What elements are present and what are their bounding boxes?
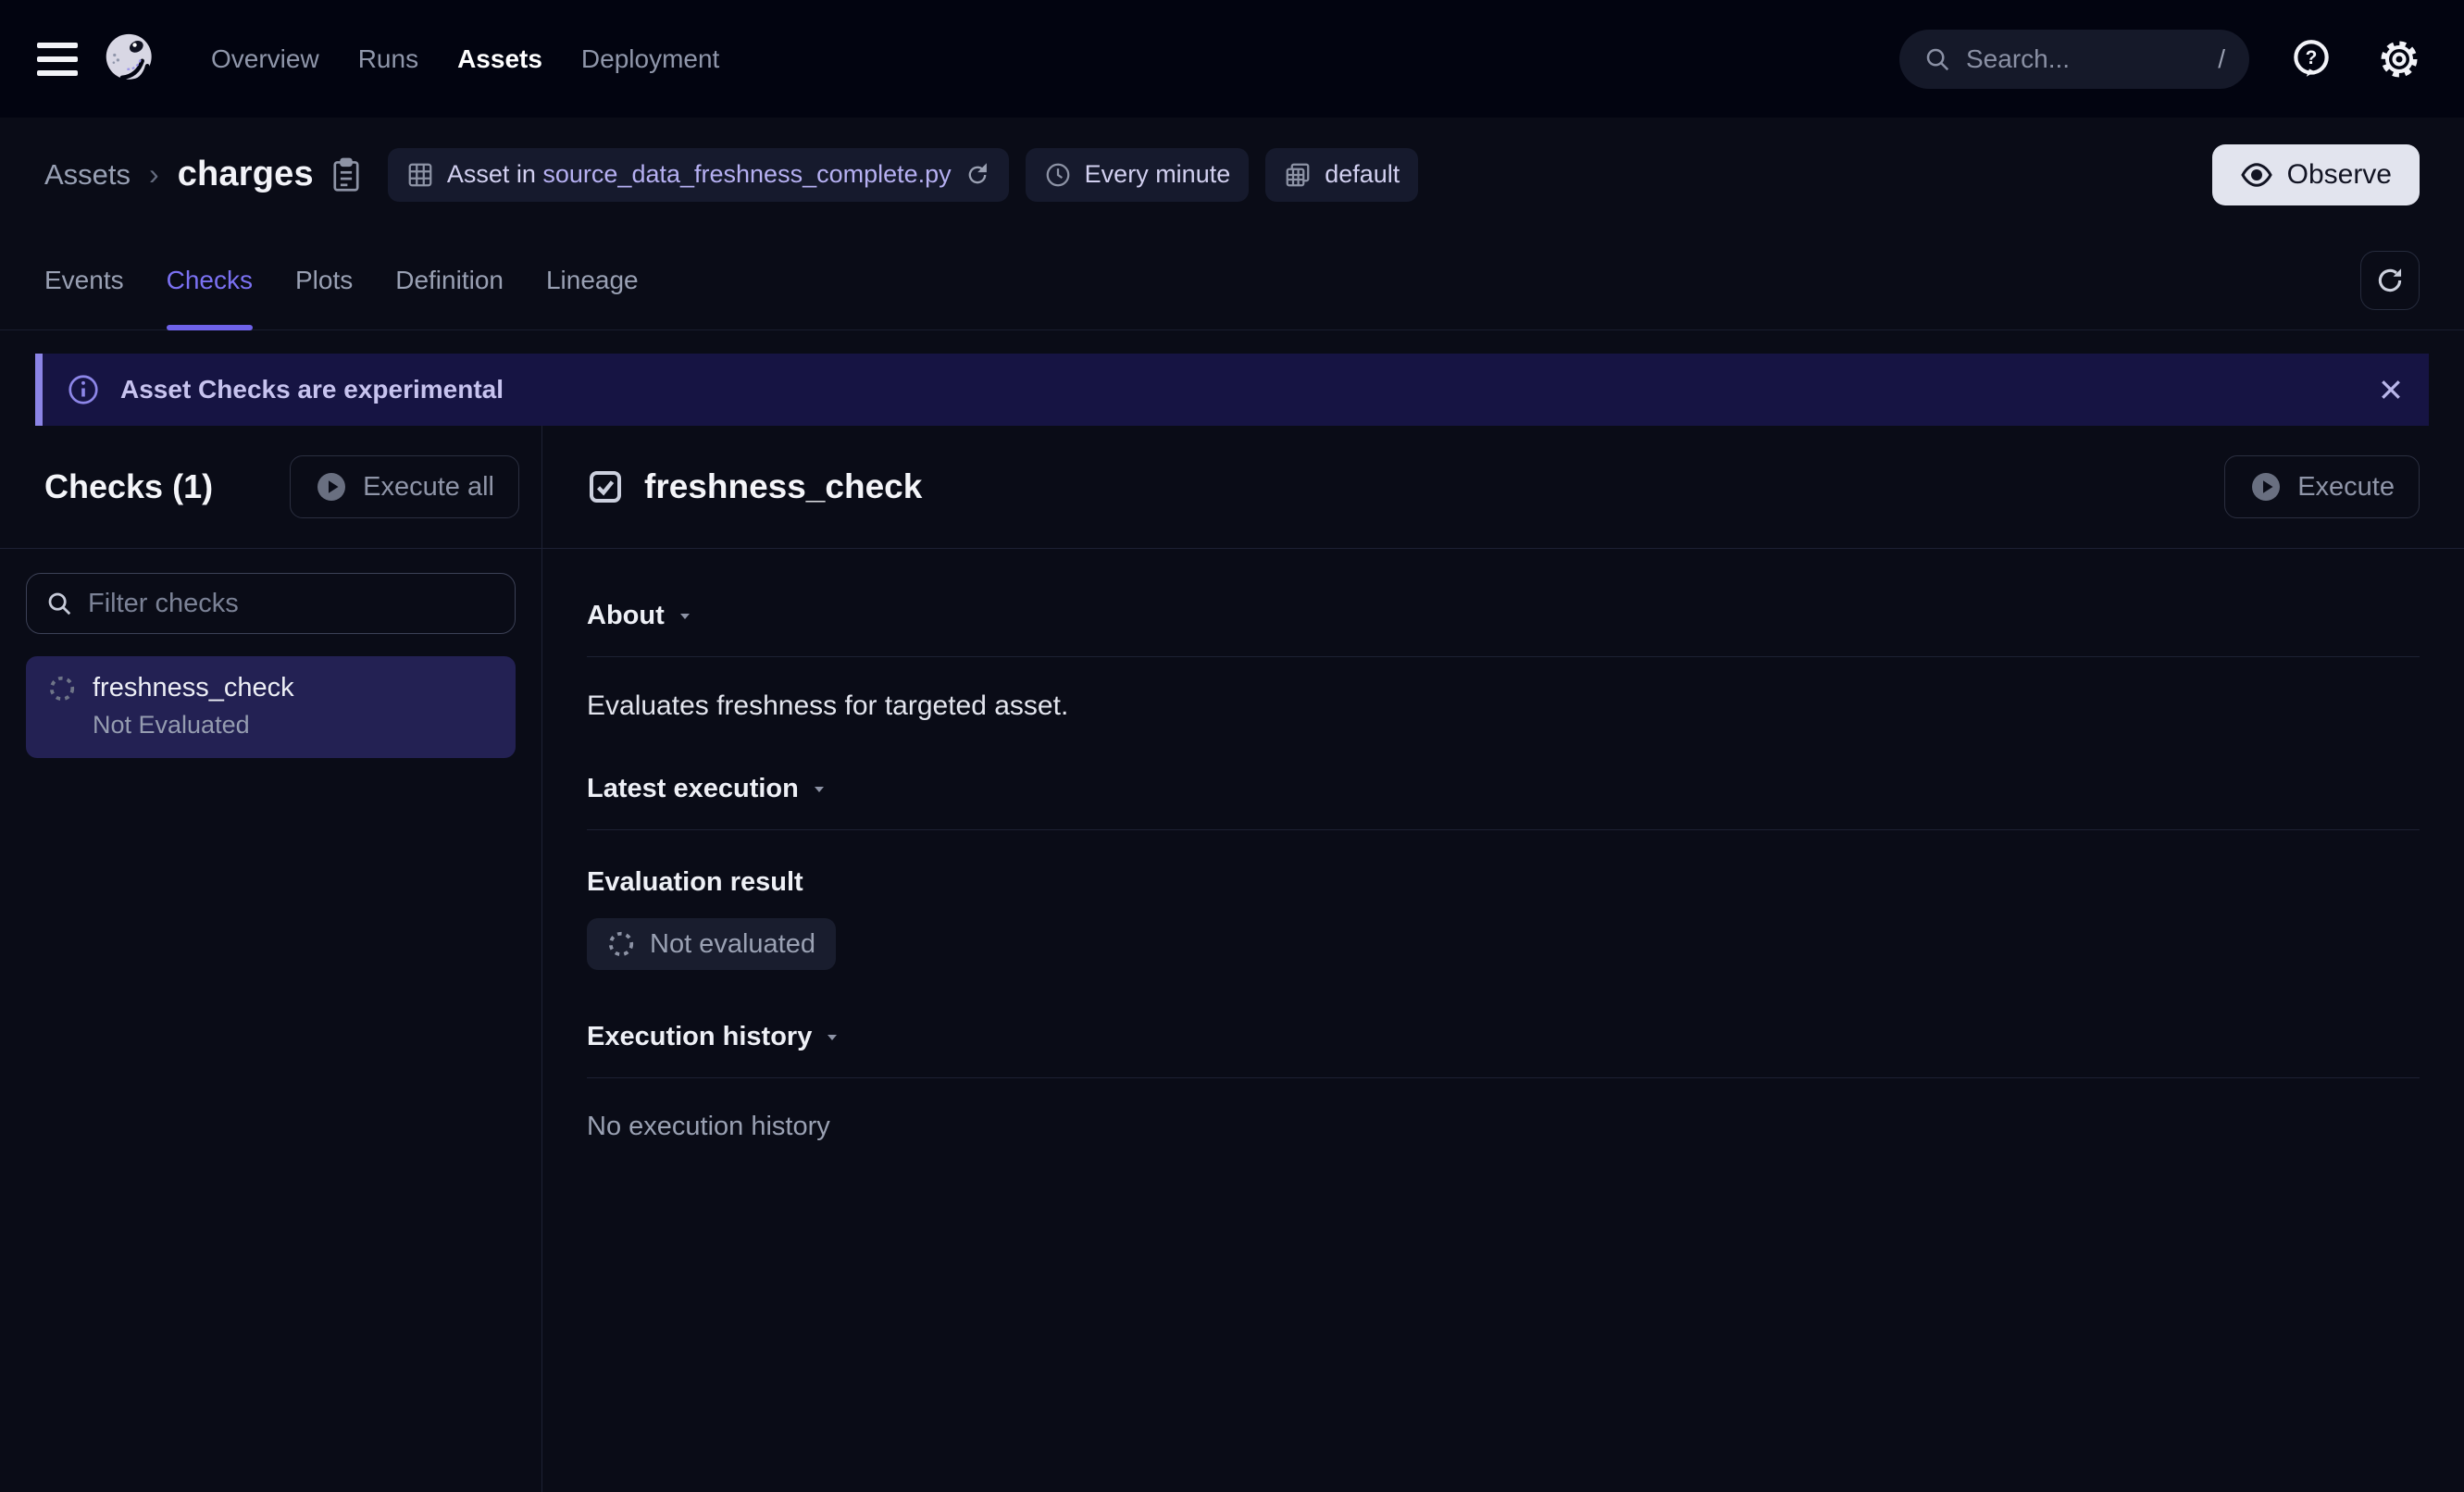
close-icon (2377, 376, 2405, 404)
caret-down-icon (823, 1028, 841, 1047)
filter-placeholder: Filter checks (88, 589, 239, 619)
table-icon (406, 161, 434, 189)
checks-count-heading: Checks (1) (44, 467, 213, 506)
refresh-icon (2374, 265, 2406, 296)
check-detail-body: About Evaluates freshness for targeted a… (542, 549, 2464, 1142)
tab-plots[interactable]: Plots (295, 231, 353, 329)
caret-down-icon (810, 780, 828, 799)
search-icon (1923, 45, 1951, 73)
about-body: Evaluates freshness for targeted asset. (587, 690, 2420, 722)
tab-definition[interactable]: Definition (395, 231, 504, 329)
nav-overview[interactable]: Overview (211, 44, 319, 74)
check-detail-header: freshness_check Execute (542, 426, 2464, 549)
latest-execution-heading: Latest execution (587, 774, 799, 804)
play-circle-icon (2249, 470, 2283, 504)
search-input[interactable]: Search... / (1899, 30, 2249, 89)
primary-nav: Overview Runs Assets Deployment (211, 44, 719, 74)
not-evaluated-icon (607, 930, 635, 958)
breadcrumb-separator: › (149, 157, 159, 192)
tab-lineage[interactable]: Lineage (546, 231, 639, 329)
check-icon (587, 468, 624, 505)
execution-history-heading: Execution history (587, 1022, 812, 1052)
hamburger-menu-button[interactable] (37, 43, 78, 76)
nav-assets[interactable]: Assets (457, 44, 542, 74)
checks-sidebar-header: Checks (1) Execute all (0, 426, 541, 549)
gear-icon (2377, 37, 2421, 81)
check-detail: freshness_check Execute About Evaluates … (542, 426, 2464, 1492)
tab-bar: Events Checks Plots Definition Lineage (0, 231, 2464, 330)
asset-definition-tag[interactable]: Asset in source_data_freshness_complete.… (388, 148, 1009, 202)
tab-events[interactable]: Events (44, 231, 124, 329)
group-label: default (1325, 160, 1400, 189)
check-title: freshness_check (644, 467, 922, 506)
help-icon: ? (2288, 36, 2334, 82)
section-about-toggle[interactable]: About (587, 601, 2420, 631)
nav-deployment[interactable]: Deployment (581, 44, 719, 74)
clipboard-icon (330, 157, 362, 193)
check-name: freshness_check (93, 673, 294, 703)
section-execution-history-toggle[interactable]: Execution history (587, 1022, 2420, 1052)
freshness-schedule-tag[interactable]: Every minute (1026, 148, 1250, 202)
refresh-button[interactable] (2360, 251, 2420, 310)
svg-text:?: ? (2306, 47, 2318, 68)
asset-tags: Asset in source_data_freshness_complete.… (388, 148, 1418, 202)
execute-all-label: Execute all (363, 472, 494, 503)
execute-label: Execute (2297, 472, 2395, 503)
settings-button[interactable] (2377, 37, 2421, 81)
asset-in-label: Asset in source_data_freshness_complete.… (447, 160, 952, 189)
play-circle-icon (315, 470, 348, 504)
experimental-banner: Asset Checks are experimental (35, 354, 2429, 426)
banner-text: Asset Checks are experimental (120, 375, 504, 404)
check-list-item-freshness[interactable]: freshness_check Not Evaluated (26, 656, 516, 758)
app-root: Overview Runs Assets Deployment Search..… (0, 0, 2464, 1492)
caret-down-icon (676, 607, 694, 626)
stacked-sheets-icon (1284, 161, 1312, 189)
clock-icon (1044, 161, 1072, 189)
not-evaluated-icon (48, 675, 76, 702)
breadcrumb-assets-link[interactable]: Assets (44, 158, 131, 192)
execution-history-empty: No execution history (587, 1112, 2420, 1142)
page-title: charges (178, 155, 314, 194)
checks-sidebar: Checks (1) Execute all Filter checks (0, 426, 542, 1492)
check-status: Not Evaluated (93, 711, 493, 740)
asset-header-row: Assets › charges Asset in source_data_fr… (0, 118, 2464, 231)
group-tag[interactable]: default (1265, 148, 1418, 202)
hamburger-icon (37, 43, 78, 48)
schedule-label: Every minute (1085, 160, 1231, 189)
search-shortcut-hint: / (2218, 44, 2225, 74)
execute-button[interactable]: Execute (2224, 455, 2420, 518)
tab-checks[interactable]: Checks (167, 231, 253, 329)
filter-search-icon (45, 590, 73, 617)
observe-label: Observe (2287, 159, 2392, 191)
section-latest-execution-toggle[interactable]: Latest execution (587, 774, 2420, 804)
execute-all-button[interactable]: Execute all (290, 455, 519, 518)
banner-close-button[interactable] (2377, 376, 2405, 404)
top-nav: Overview Runs Assets Deployment Search..… (0, 0, 2464, 118)
evaluation-badge-label: Not evaluated (650, 929, 815, 960)
asset-file-link[interactable]: source_data_freshness_complete.py (542, 160, 951, 188)
section-divider (587, 829, 2420, 830)
reload-definition-icon[interactable] (964, 162, 990, 188)
section-divider (587, 1077, 2420, 1078)
dagster-logo-icon[interactable] (104, 32, 157, 86)
help-button[interactable]: ? (2288, 36, 2334, 82)
search-placeholder: Search... (1966, 44, 2070, 74)
evaluation-status-badge: Not evaluated (587, 918, 836, 970)
checks-content: Checks (1) Execute all Filter checks (0, 426, 2464, 1492)
evaluation-result-heading: Evaluation result (587, 867, 2420, 898)
nav-runs[interactable]: Runs (358, 44, 418, 74)
info-icon (67, 373, 100, 406)
copy-asset-name-button[interactable] (330, 157, 362, 193)
about-heading: About (587, 601, 665, 631)
section-divider (587, 656, 2420, 657)
observe-button[interactable]: Observe (2212, 144, 2420, 205)
filter-checks-input[interactable]: Filter checks (26, 573, 516, 634)
eye-icon (2240, 158, 2273, 192)
